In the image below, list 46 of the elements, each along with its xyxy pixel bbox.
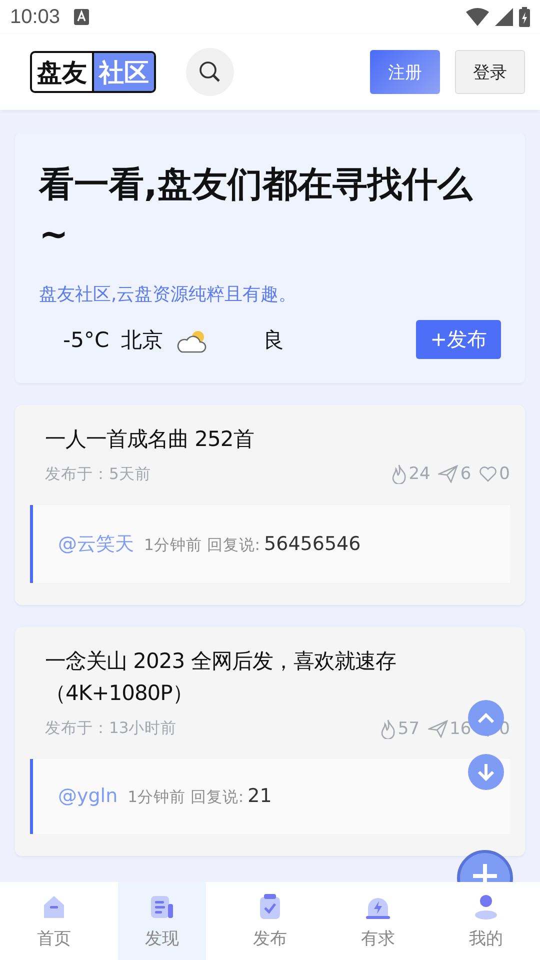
reply-user[interactable]: @云笑天 bbox=[58, 530, 134, 557]
logo[interactable]: 盘友 社区 bbox=[30, 51, 156, 93]
me-icon bbox=[472, 892, 500, 920]
publish-time: 发布于：5天前 bbox=[45, 464, 151, 485]
hero-title: 看一看,盘友们都在寻找什么~ bbox=[39, 164, 474, 257]
share-count: 16 bbox=[450, 718, 472, 739]
add-button[interactable] bbox=[457, 850, 513, 882]
share-count: 6 bbox=[460, 464, 472, 484]
hero-subtitle: 盘友社区,云盘资源纯粹且有趣。 bbox=[39, 283, 298, 306]
paper-plane-icon bbox=[428, 720, 448, 738]
search-icon bbox=[198, 60, 222, 84]
chevron-up-icon bbox=[477, 712, 495, 724]
signal-icon bbox=[495, 8, 513, 26]
reply-time: 1分钟前 回复说: bbox=[144, 534, 260, 556]
reply-time: 1分钟前 回复说: bbox=[128, 787, 244, 808]
publish-button[interactable]: +发布 bbox=[416, 320, 501, 360]
status-time: 10:03 bbox=[10, 6, 60, 28]
nav-tab[interactable]: 发现 bbox=[118, 882, 206, 960]
flame-icon bbox=[380, 718, 396, 739]
view-count: 24 bbox=[408, 464, 430, 484]
wifi-icon bbox=[466, 8, 489, 26]
paper-plane-icon bbox=[438, 465, 458, 484]
nav-tab[interactable]: 首页 bbox=[10, 882, 98, 960]
keyboard-icon bbox=[74, 9, 90, 25]
post-title[interactable]: 一念关山 2023 全网后发，喜欢就速存（4K+1080P） bbox=[30, 644, 510, 710]
register-button[interactable]: 注册 bbox=[370, 50, 440, 94]
nav-tab[interactable]: 发布 bbox=[226, 882, 314, 960]
nav-tab[interactable]: 有求 bbox=[334, 882, 422, 960]
reply-text: 21 bbox=[248, 785, 272, 808]
nav-tab[interactable]: 我的 bbox=[442, 882, 530, 960]
city-name: 北京 bbox=[121, 326, 164, 354]
post-title[interactable]: 一人一首成名曲 252首 bbox=[30, 423, 510, 456]
publish-time: 发布于：13小时前 bbox=[45, 718, 177, 740]
reply-text: 56456546 bbox=[264, 532, 361, 555]
login-button[interactable]: 登录 bbox=[455, 50, 525, 94]
heart-icon bbox=[479, 466, 498, 482]
reply-user[interactable]: @ygln bbox=[58, 785, 118, 808]
like-count: 0 bbox=[499, 464, 510, 484]
view-count: 57 bbox=[398, 718, 420, 739]
temperature: -5°C bbox=[63, 328, 110, 352]
flame-icon bbox=[390, 464, 407, 484]
air-quality: 良 bbox=[263, 326, 284, 354]
post-card[interactable]: 一人一首成名曲 252首 发布于：5天前 24 6 0 @云笑天 1分钟前 回复说: 56456546 bbox=[15, 405, 525, 605]
search-button[interactable] bbox=[186, 48, 234, 96]
battery-icon bbox=[519, 7, 530, 27]
arrow-down-icon bbox=[477, 763, 495, 781]
